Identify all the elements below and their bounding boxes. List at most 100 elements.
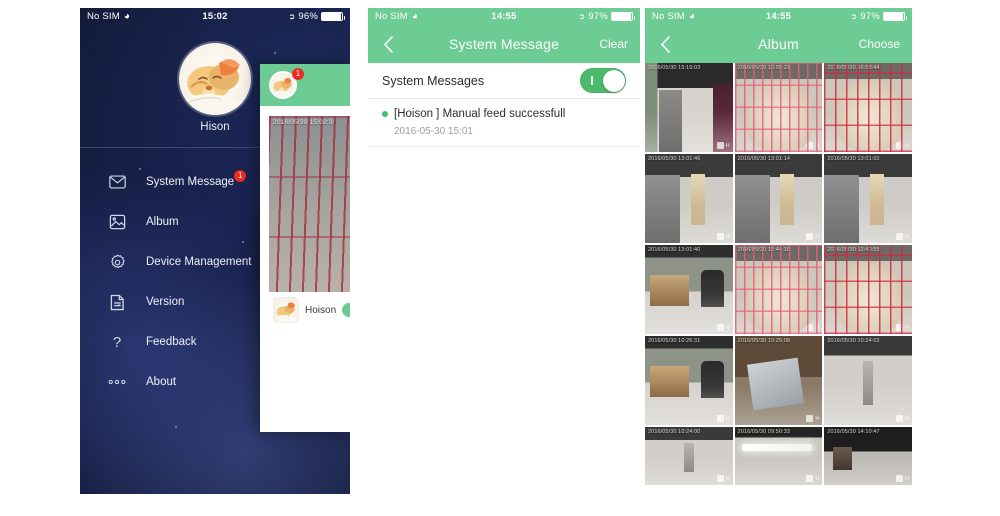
watermark-label: H <box>815 324 820 331</box>
watermark-icon: H <box>716 233 730 240</box>
watermark-icon: H <box>716 324 730 331</box>
battery-percent-label: 96% <box>298 11 318 22</box>
photo-gloss <box>734 294 823 334</box>
watermark-box-icon <box>806 415 814 422</box>
back-button[interactable] <box>368 35 408 54</box>
photo-timestamp: 2016/05/30 10:24:00 <box>648 429 701 435</box>
cage-overlay-icon <box>269 116 350 298</box>
photo-thumbnail[interactable]: 2016/05/30 13:01:40 H <box>645 245 733 334</box>
battery-percent-label: 97% <box>588 11 608 22</box>
watermark-box-icon <box>896 415 903 422</box>
watermark-box-icon <box>716 324 724 331</box>
watermark-label: H <box>815 415 820 422</box>
location-arrow-icon: ➲ <box>288 11 296 21</box>
photo-thumbnail[interactable]: 2016/05/30 15:19:03 H <box>645 63 733 152</box>
photo-thumbnail[interactable]: 2016/05/30 16:05:21 H <box>734 63 823 152</box>
watermark-box-icon <box>896 142 903 149</box>
photo-thumbnail[interactable]: 2016/05/30 12:44:18 H <box>734 245 823 334</box>
watermark-box-icon <box>716 233 724 240</box>
photo-gloss <box>824 112 912 152</box>
photo-timestamp: 2016/05/30 15:19:03 <box>648 65 701 71</box>
peek-main-panel[interactable]: 1 2016/05/30 15:02:3 Hoison <box>260 64 350 432</box>
navigation-bar: System Message Clear <box>368 25 640 63</box>
watermark-icon: H <box>896 142 909 149</box>
watermark-box-icon <box>896 324 903 331</box>
photo-timestamp: 2016/05/30 13:01:02 <box>827 156 880 162</box>
system-messages-toggle-row[interactable]: System Messages <box>368 63 640 99</box>
phone-screen-system-message: No SIM ◕ 14:55 ➲ 97% System Message Clea… <box>368 8 640 497</box>
peek-panel-header: 1 <box>260 64 350 106</box>
watermark-icon: H <box>896 324 909 331</box>
chevron-left-icon <box>660 35 670 53</box>
sidebar-item-label: System Message 1 <box>146 170 247 188</box>
location-arrow-icon: ➲ <box>850 11 858 21</box>
sidebar-item-label: Device Management <box>146 256 252 268</box>
status-bar: No SIM ◕ 15:02 ➲ 96% <box>80 8 350 25</box>
photo-thumbnail[interactable]: 2016/05/30 13:01:02 H <box>824 154 912 243</box>
watermark-label: H <box>905 233 909 240</box>
toggle-label: System Messages <box>382 73 485 88</box>
watermark-label: H <box>725 415 730 422</box>
sidebar-item-label: About <box>146 376 177 388</box>
chevron-left-icon <box>383 35 393 53</box>
photo-thumbnail[interactable]: 2016/05/30 16:08:44 H <box>824 63 912 152</box>
list-item[interactable]: [Hoison ] Manual feed successfull 2016-0… <box>368 99 640 147</box>
photo-thumbnail[interactable]: 2016/05/30 13:01:46 H <box>645 154 733 243</box>
battery-icon <box>321 12 345 21</box>
watermark-box-icon <box>716 142 724 149</box>
watermark-icon: H <box>716 142 730 149</box>
device-name-label: Hoison <box>305 304 337 316</box>
screenshot-canvas: No SIM ◕ 15:02 ➲ 96% Hison System Messag… <box>0 0 1000 516</box>
sidebar-label-text: System Message <box>146 176 235 188</box>
status-bar-right: ➲ 97% <box>850 11 912 22</box>
watermark-icon: H <box>896 475 909 482</box>
avatar[interactable] <box>179 43 251 115</box>
photo-timestamp: 2016/05/30 13:01:46 <box>648 156 701 162</box>
message-timestamp: 2016-05-30 15:01 <box>394 126 473 137</box>
photo-timestamp: 2016/05/30 10:26:31 <box>648 338 701 344</box>
back-button[interactable] <box>645 35 685 54</box>
photo-thumbnail[interactable]: 2016/05/30 10:26:31 H <box>645 336 733 425</box>
photo-thumbnail[interactable]: 2016/05/30 13:01:14 H <box>734 154 823 243</box>
status-bar: No SIM ◕ 14:55 ➲ 97% <box>368 8 640 25</box>
photo-thumbnail[interactable]: 2016/05/30 09:50:33 H <box>734 427 823 485</box>
watermark-icon: H <box>896 233 909 240</box>
watermark-box-icon <box>896 233 903 240</box>
watermark-box-icon <box>806 475 814 482</box>
watermark-label: H <box>905 415 909 422</box>
watermark-label: H <box>725 233 730 240</box>
photo-timestamp: 2016/05/30 13:01:40 <box>648 247 701 253</box>
document-icon <box>106 291 128 313</box>
photo-timestamp: 2016/05/30 16:05:21 <box>737 65 791 71</box>
watermark-box-icon <box>806 233 814 240</box>
watermark-icon: H <box>806 415 819 422</box>
status-bar-right: ➲ 96% <box>288 11 350 22</box>
dog-avatar-icon <box>183 59 249 115</box>
watermark-label: H <box>725 324 730 331</box>
photo-gloss <box>824 294 912 334</box>
watermark-label: H <box>905 324 909 331</box>
photo-timestamp: 2016/05/30 10:24:02 <box>827 338 880 344</box>
watermark-box-icon <box>716 475 724 482</box>
system-messages-switch[interactable] <box>580 68 626 93</box>
photo-thumbnail[interactable]: 2016/05/30 10:24:02 H <box>824 336 912 425</box>
clear-button[interactable]: Clear <box>599 37 640 51</box>
choose-button[interactable]: Choose <box>859 37 912 51</box>
watermark-label: H <box>815 233 820 240</box>
photo-thumbnail[interactable]: 2016/05/30 10:24:00 H <box>645 427 733 485</box>
photo-grid: 2016/05/30 15:19:03 H 2016/05/30 16:05:21 H… <box>645 63 912 485</box>
location-arrow-icon: ➲ <box>578 11 586 21</box>
photo-thumbnail[interactable]: 2016/05/30 12:40:55 H <box>824 245 912 334</box>
status-bar: No SIM ◕ 14:55 ➲ 97% <box>645 8 912 25</box>
watermark-label: H <box>725 475 730 482</box>
switch-knob <box>602 69 625 92</box>
device-status-indicator <box>342 303 350 317</box>
peek-device-row[interactable]: Hoison <box>269 292 350 328</box>
device-camera-photo[interactable]: 2016/05/30 15:02:3 <box>269 116 350 298</box>
watermark-icon: H <box>716 415 730 422</box>
device-thumbnail <box>273 297 299 323</box>
photo-thumbnail[interactable]: 2016/05/30 10:25:08 H <box>734 336 823 425</box>
watermark-box-icon <box>806 324 814 331</box>
watermark-icon: H <box>716 475 730 482</box>
photo-thumbnail[interactable]: 2016/05/30 14:10:47 H <box>824 427 912 485</box>
